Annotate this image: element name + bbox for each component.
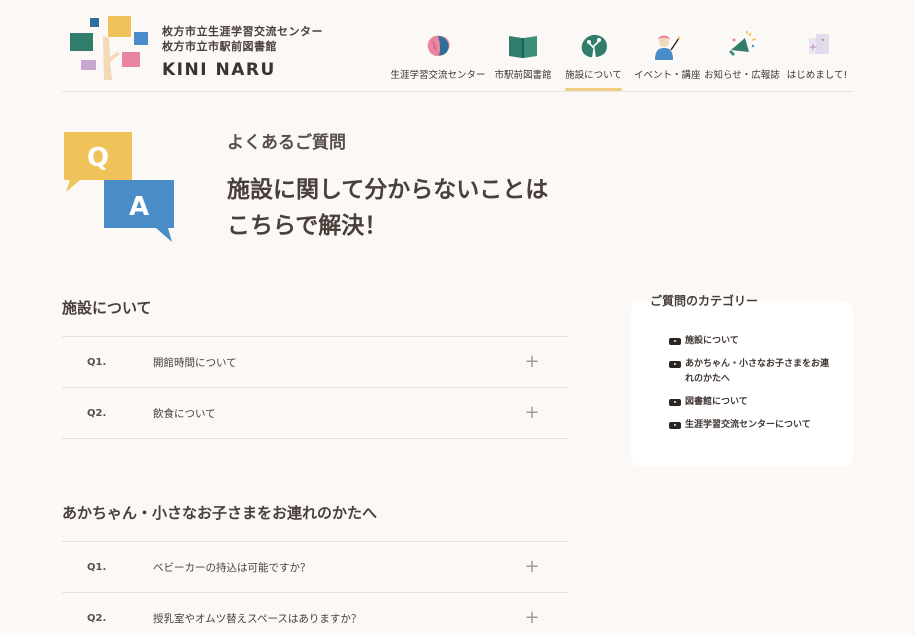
category-label: あかちゃん・小さなお子さまをお連れのかたへ: [685, 359, 830, 384]
header-divider: [62, 91, 853, 92]
faq-item[interactable]: Q1. 開館時間について +: [62, 337, 568, 388]
faq-number: Q2.: [87, 407, 107, 419]
faq-item[interactable]: Q1. ベビーカーの持込は可能ですか？ +: [62, 542, 568, 593]
category-label: 施設について: [685, 336, 739, 346]
expand-plus-icon[interactable]: +: [522, 609, 542, 627]
category-label: 図書館について: [685, 397, 748, 407]
book-icon: [509, 36, 537, 58]
section-title-facility: 施設について: [62, 299, 152, 317]
logo-mark-icon[interactable]: [70, 16, 152, 82]
nav-label: イベント・講座: [634, 70, 701, 81]
sparkle-cards-icon: [809, 34, 829, 54]
faq-question: 飲食について: [153, 407, 216, 420]
category-label: 生涯学習交流センターについて: [685, 420, 811, 430]
faq-question: 開館時間について: [153, 356, 237, 369]
faq-number: Q2.: [87, 612, 107, 624]
faq-item[interactable]: Q2. 飲食について +: [62, 388, 568, 439]
faq-number: Q1.: [87, 356, 107, 368]
logo-line-library: 枚方市立市駅前図書館: [162, 40, 277, 53]
faq-list-baby: Q1. ベビーカーの持込は可能ですか？ + Q2. 授乳室やオムツ替えスペースは…: [62, 541, 568, 635]
logo-line-center: 枚方市立生涯学習交流センター: [162, 25, 323, 38]
play-bullet-icon: [669, 399, 681, 406]
nav-label: はじめまして!: [786, 70, 848, 81]
lecturer-icon: [655, 35, 681, 60]
logo-text[interactable]: 枚方市立生涯学習交流センター 枚方市立市駅前図書館 KINI NARU: [162, 24, 323, 80]
category-title: ご質問のカテゴリー: [650, 294, 759, 308]
nav-label: 生涯学習交流センター: [390, 70, 486, 81]
nav-item-events[interactable]: イベント・講座: [634, 30, 701, 81]
expand-plus-icon[interactable]: +: [522, 353, 542, 371]
category-link[interactable]: 図書館について: [669, 395, 829, 410]
brain-icon: [427, 35, 450, 57]
faq-question: ベビーカーの持込は可能ですか？: [153, 561, 311, 574]
play-bullet-icon: [669, 338, 681, 345]
section-title-baby: あかちゃん・小さなお子さまをお連れのかたへ: [62, 504, 378, 522]
page-title-line1: 施設に関して分からないことは: [227, 177, 549, 203]
faq-question: 授乳室やオムツ替えスペースはありますか？: [153, 612, 362, 625]
nav-item-news[interactable]: お知らせ・広報誌: [704, 30, 780, 81]
qa-bubbles-icon: Q A: [64, 132, 174, 242]
nav-label: 施設について: [565, 70, 622, 81]
expand-plus-icon[interactable]: +: [522, 404, 542, 422]
nav-label: お知らせ・広報誌: [704, 70, 780, 81]
main-nav: 生涯学習交流センター 市駅前図書館 施設について イベント・講座 お知らせ・広報…: [385, 30, 855, 92]
nav-item-welcome[interactable]: はじめまして!: [786, 30, 848, 81]
faq-list-facility: Q1. 開館時間について + Q2. 飲食について +: [62, 336, 568, 439]
expand-plus-icon[interactable]: +: [522, 558, 542, 576]
category-link[interactable]: 生涯学習交流センターについて: [669, 418, 829, 433]
faq-item[interactable]: Q2. 授乳室やオムツ替えスペースはありますか？ +: [62, 593, 568, 635]
tree-icon: [581, 34, 607, 58]
category-list: 施設について あかちゃん・小さなお子さまをお連れのかたへ 図書館について 生涯学…: [669, 334, 829, 441]
page-kicker: よくあるご質問: [227, 133, 346, 153]
category-link[interactable]: あかちゃん・小さなお子さまをお連れのかたへ: [669, 357, 829, 387]
qa-a-letter: A: [129, 192, 149, 222]
nav-item-learning-center[interactable]: 生涯学習交流センター: [390, 30, 486, 81]
nav-item-library[interactable]: 市駅前図書館: [493, 30, 553, 81]
faq-number: Q1.: [87, 561, 107, 573]
nav-label: 市駅前図書館: [494, 70, 552, 81]
category-link[interactable]: 施設について: [669, 334, 829, 349]
megaphone-icon: [729, 31, 757, 56]
play-bullet-icon: [669, 361, 681, 368]
play-bullet-icon: [669, 422, 681, 429]
page-title: 施設に関して分からないことは こちらで解決！: [227, 172, 548, 244]
qa-q-letter: Q: [87, 143, 109, 173]
nav-item-facility[interactable]: 施設について: [565, 30, 622, 91]
page-title-line2: こちらで解決！: [227, 213, 388, 239]
logo-brand: KINI NARU: [162, 60, 276, 80]
